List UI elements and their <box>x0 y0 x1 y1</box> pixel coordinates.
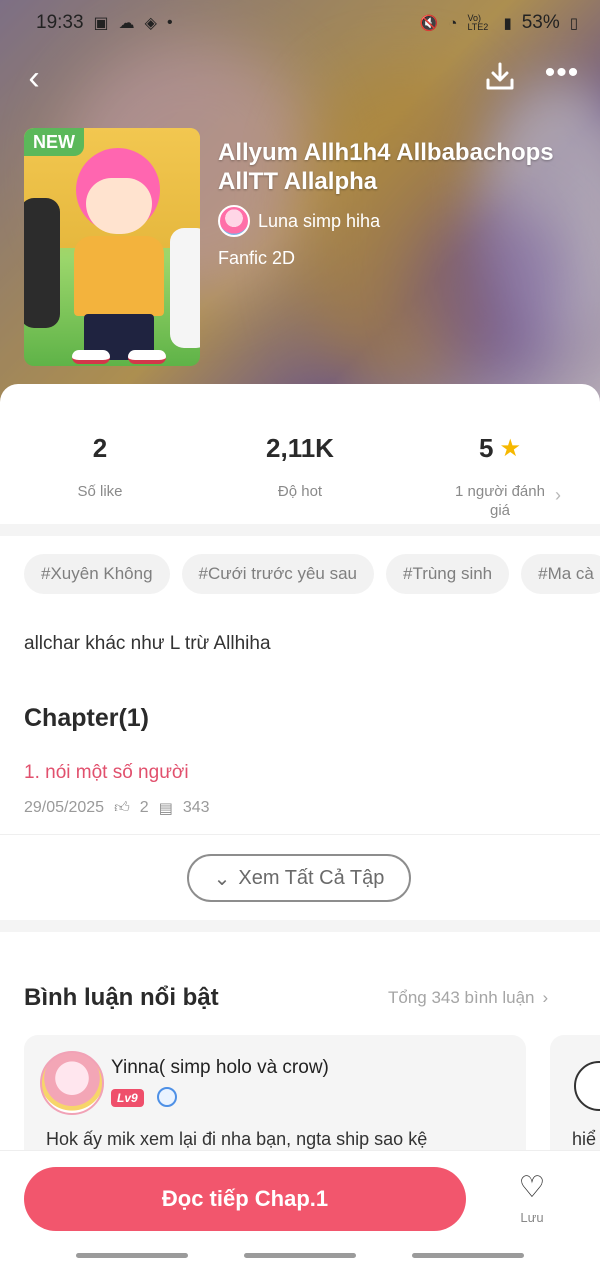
rating-value: 5 <box>479 433 494 463</box>
story-description: allchar khác như L trừ Allhiha <box>24 633 271 654</box>
comment-icon: ▤ <box>158 800 173 817</box>
weather-icon: ☁ <box>118 15 135 32</box>
author-link[interactable]: Luna simp hiha <box>218 204 380 238</box>
chevron-left-icon: ‹ <box>28 59 40 97</box>
tag-list: #Xuyên Không #Cưới trước yêu sau #Trùng … <box>24 554 600 594</box>
all-comments-link[interactable]: Tổng 343 bình luận › <box>388 988 548 1008</box>
tag-chip[interactable]: #Ma cà <box>521 554 600 594</box>
author-name: Luna simp hiha <box>258 210 381 231</box>
save-button[interactable]: ♡ Lưu <box>508 1171 556 1226</box>
dot-icon: • <box>166 14 173 31</box>
nav-gesture-bar[interactable] <box>76 1253 188 1258</box>
nav-gesture-bar[interactable] <box>244 1253 356 1258</box>
avatar[interactable] <box>40 1051 104 1115</box>
avatar[interactable] <box>574 1061 600 1111</box>
status-bar: 19:33 ▣ ☁ ◈ • 🔇 ◔ Vo) LTE2 ▮ 53% ▯ <box>0 0 600 46</box>
stat-likes: 2 Số like <box>77 433 123 500</box>
mute-icon: 🔇 <box>419 15 439 32</box>
wifi-icon: ◔ <box>448 14 458 32</box>
chevron-right-icon: › <box>555 485 561 505</box>
app-icon: ◈ <box>144 15 157 32</box>
star-icon: ★ <box>499 435 521 462</box>
chapter-link[interactable]: 1. nói một số người <box>24 762 189 784</box>
section-divider <box>0 920 600 932</box>
author-avatar <box>218 205 250 237</box>
battery-icon: ▯ <box>569 15 578 32</box>
stat-rating[interactable]: 5 ★ 1 người đánh giá <box>400 433 600 520</box>
chapter-meta: 29/05/2025 👍︎ 2 ▤ 343 <box>24 799 210 817</box>
stats-row: 2 Số like 2,11K Độ hot 5 ★ 1 người đánh g… <box>0 405 600 525</box>
download-icon <box>486 62 514 90</box>
signal-icon: ▮ <box>503 15 512 32</box>
section-divider <box>0 524 600 536</box>
back-button[interactable]: ‹ <box>14 58 54 98</box>
photo-icon: ▣ <box>93 15 109 32</box>
stat-hot: 2,11K Độ hot <box>266 433 334 500</box>
battery-level: 53% <box>521 12 560 33</box>
save-label: Lưu <box>520 1210 544 1225</box>
story-title: Allyum Allh1h4 Allbabachops AllTT Allalp… <box>218 139 554 195</box>
chapter-date: 29/05/2025 <box>24 799 105 816</box>
tag-chip[interactable]: #Cưới trước yêu sau <box>181 554 374 594</box>
story-cover <box>24 128 200 366</box>
continue-reading-button[interactable]: Đọc tiếp Chap.1 <box>24 1167 466 1231</box>
chevron-right-icon: › <box>542 988 549 1007</box>
tag-chip[interactable]: #Trùng sinh <box>385 554 510 594</box>
view-all-chapters-button[interactable]: ⌄ Xem Tất Cả Tập <box>187 854 411 902</box>
thumbs-up-icon: 👍︎ <box>114 799 130 816</box>
download-button[interactable] <box>482 58 522 98</box>
heart-plus-icon: ♡ <box>518 1171 546 1204</box>
verified-icon <box>157 1087 177 1107</box>
comment-text: Hok ấy mik xem lại đi nha bạn, ngta ship… <box>46 1129 428 1149</box>
chapter-likes: 2 <box>139 799 149 816</box>
comment-text: hiể <box>572 1129 597 1149</box>
lte-icon: Vo) LTE2 <box>467 13 489 32</box>
story-genre: Fanfic 2D <box>218 248 296 268</box>
nav-gesture-bar[interactable] <box>412 1253 524 1258</box>
comment-username[interactable]: Yinna( simp holo và crow) <box>111 1057 329 1079</box>
chevron-down-icon: ⌄ <box>213 867 231 890</box>
top-bar: ‹ ••• <box>0 52 600 104</box>
rating-label: 1 người đánh giá <box>455 483 545 519</box>
chapter-heading: Chapter(1) <box>24 704 150 732</box>
more-options-button[interactable]: ••• <box>540 58 584 98</box>
divider-line <box>0 834 600 835</box>
tag-chip[interactable]: #Xuyên Không <box>24 554 170 594</box>
status-time: 19:33 <box>36 12 84 33</box>
chapter-comments: 343 <box>182 799 210 816</box>
more-icon: ••• <box>544 56 580 89</box>
new-badge: NEW <box>24 128 84 156</box>
level-badge: Lv9 <box>111 1089 144 1107</box>
comments-heading: Bình luận nổi bật <box>24 984 219 1011</box>
